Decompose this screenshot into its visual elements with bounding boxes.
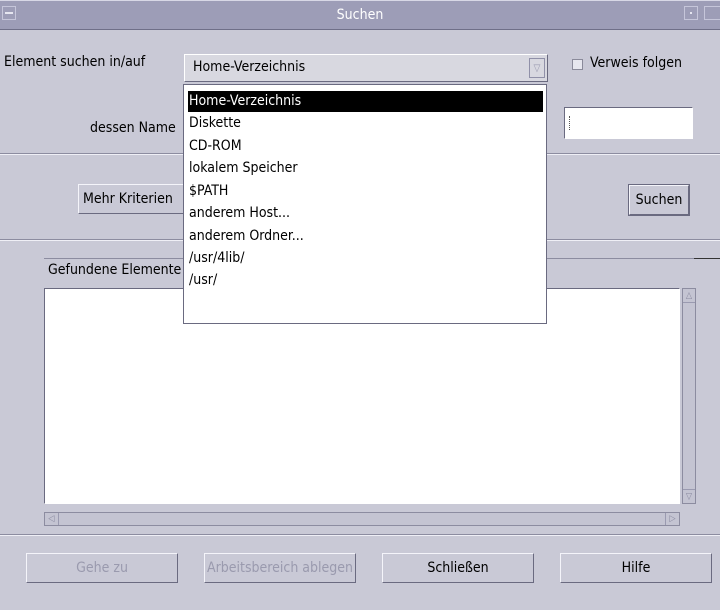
follow-links-label: Verweis folgen [590,55,682,71]
put-in-workspace-button[interactable]: Arbeitsbereich ablegen [204,553,356,583]
checkbox-box[interactable] [572,59,583,70]
name-label: dessen Name [90,120,176,136]
separator [0,534,720,536]
scroll-up-icon[interactable]: △ [683,289,695,303]
dropdown-option-path[interactable]: $PATH [188,181,543,202]
search-in-label: Element suchen in/auf [4,54,146,70]
scroll-right-icon[interactable]: ▷ [665,513,679,525]
horizontal-scrollbar[interactable]: ◁ ▷ [44,512,680,526]
vertical-scrollbar[interactable]: △ ▽ [682,288,696,504]
text-caret [569,116,570,130]
scroll-left-icon[interactable]: ◁ [45,513,59,525]
minimize-button[interactable] [684,6,698,20]
results-label: Gefundene Elemente [48,262,182,278]
dropdown-option-floppy[interactable]: Diskette [188,113,543,134]
scroll-down-icon[interactable]: ▽ [683,489,695,503]
help-button[interactable]: Hilfe [560,553,712,583]
dropdown-option-cdrom[interactable]: CD-ROM [188,136,543,157]
location-combobox-value: Home-Verzeichnis [193,59,306,75]
chevron-down-icon[interactable]: ▽ [529,58,545,78]
goto-button[interactable]: Gehe zu [26,553,178,583]
dropdown-option-other-folder[interactable]: anderem Ordner... [188,226,543,247]
dropdown-option-home[interactable]: Home-Verzeichnis [188,91,543,112]
dropdown-option-usr-4lib[interactable]: /usr/4lib/ [188,248,543,269]
name-field[interactable] [564,107,693,139]
window-title: Suchen [336,7,384,23]
close-button[interactable]: Schließen [382,553,534,583]
location-combobox[interactable]: Home-Verzeichnis ▽ [184,54,548,82]
search-button[interactable]: Suchen [629,185,689,215]
results-group-border-right [694,258,720,259]
dropdown-option-other-host[interactable]: anderem Host... [188,203,543,224]
location-dropdown-list[interactable]: Home-Verzeichnis Diskette CD-ROM lokalem… [183,84,547,324]
maximize-button[interactable] [704,6,720,20]
dropdown-option-local-storage[interactable]: lokalem Speicher [188,158,543,179]
dropdown-option-usr[interactable]: /usr/ [188,270,543,291]
